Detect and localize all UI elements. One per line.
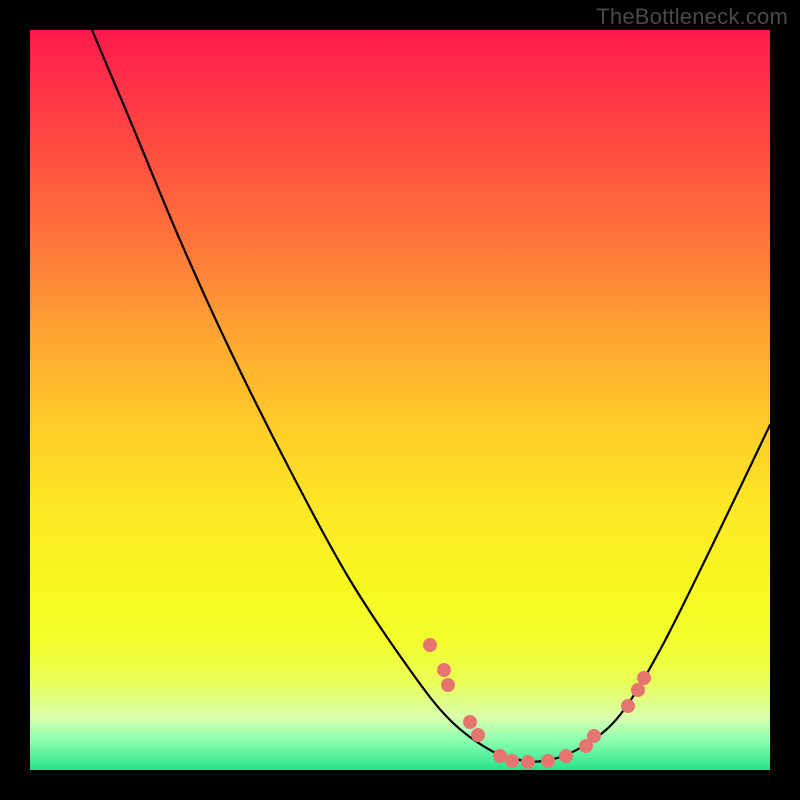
- data-point: [505, 754, 519, 768]
- data-point: [637, 671, 651, 685]
- data-point: [631, 683, 645, 697]
- data-point: [441, 678, 455, 692]
- data-point: [423, 638, 437, 652]
- chart-plot-area: [30, 30, 770, 770]
- data-points-group: [423, 638, 651, 769]
- data-point: [521, 755, 535, 769]
- data-point: [587, 729, 601, 743]
- data-point: [621, 699, 635, 713]
- data-point: [559, 749, 573, 763]
- data-point: [471, 728, 485, 742]
- chart-svg: [30, 30, 770, 770]
- watermark-text: TheBottleneck.com: [596, 4, 788, 30]
- data-point: [493, 749, 507, 763]
- data-point: [437, 663, 451, 677]
- data-point: [463, 715, 477, 729]
- data-point: [541, 754, 555, 768]
